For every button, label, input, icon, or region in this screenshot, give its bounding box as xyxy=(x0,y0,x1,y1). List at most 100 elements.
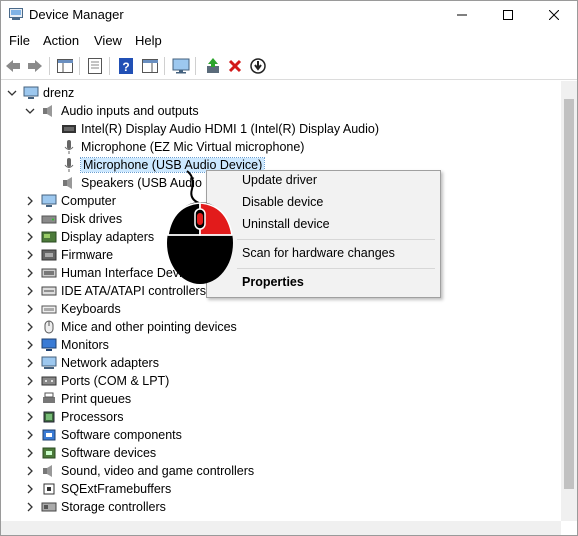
category-sqextframebuffers[interactable]: SQExtFramebuffers xyxy=(41,480,171,498)
category-disk-drives[interactable]: Disk drives xyxy=(41,210,122,228)
category-label: Storage controllers xyxy=(61,500,166,514)
category-label: Print queues xyxy=(61,392,132,406)
category-display-adapters[interactable]: Display adapters xyxy=(41,228,154,246)
expand-ide-ata-atapi-controllers-toggle[interactable] xyxy=(25,286,35,296)
expand-processors-toggle[interactable] xyxy=(25,412,35,422)
category-software-components[interactable]: Software components xyxy=(41,426,182,444)
category-audio-inputs-outputs[interactable]: Audio inputs and outputs xyxy=(41,102,199,120)
show-hide-console-tree-button[interactable] xyxy=(55,56,75,76)
close-icon xyxy=(549,10,559,20)
category-label: SQExtFramebuffers xyxy=(61,482,172,496)
menu-file[interactable]: File xyxy=(9,33,30,48)
category-label: Ports (COM & LPT) xyxy=(61,374,170,388)
uninstall-device-button[interactable] xyxy=(225,56,245,76)
category-keyboards[interactable]: Keyboards xyxy=(41,300,121,318)
expand-display-adapters-toggle[interactable] xyxy=(25,232,35,242)
chevron-right-icon xyxy=(27,484,33,494)
category-mice-and-pointing-devices[interactable]: Mice and other pointing devices xyxy=(41,318,237,336)
menu-scan-hardware[interactable]: Scan for hardware changes xyxy=(242,246,395,260)
help-button[interactable]: ? xyxy=(116,56,136,76)
software-component-icon xyxy=(41,428,57,442)
device-intel-display-audio[interactable]: Intel(R) Display Audio HDMI 1 (Intel(R) … xyxy=(61,120,379,138)
chevron-down-icon xyxy=(7,90,17,96)
category-monitors[interactable]: Monitors xyxy=(41,336,109,354)
hid-icon xyxy=(41,266,57,280)
menu-uninstall-device[interactable]: Uninstall device xyxy=(242,217,330,231)
expand-firmware-toggle[interactable] xyxy=(25,250,35,260)
category-sound-video-game-controllers[interactable]: Sound, video and game controllers xyxy=(41,462,254,480)
action-pane-button[interactable] xyxy=(140,56,160,76)
tree-root[interactable]: drenz xyxy=(23,84,74,102)
menu-action[interactable]: Action xyxy=(43,33,79,48)
menu-update-driver[interactable]: Update driver xyxy=(242,173,317,187)
chevron-right-icon xyxy=(27,196,33,206)
download-icon xyxy=(250,58,266,74)
minimize-button[interactable] xyxy=(439,1,485,29)
vertical-scrollbar[interactable] xyxy=(561,81,577,521)
chevron-right-icon xyxy=(27,430,33,440)
speaker-icon xyxy=(41,104,57,118)
enable-device-button[interactable] xyxy=(248,56,268,76)
expand-keyboards-toggle[interactable] xyxy=(25,304,35,314)
category-processors[interactable]: Processors xyxy=(41,408,124,426)
action-pane-icon xyxy=(142,59,158,73)
expand-sqextframebuffers-toggle[interactable] xyxy=(25,484,35,494)
properties-button[interactable] xyxy=(85,56,105,76)
chevron-right-icon xyxy=(27,286,33,296)
firmware-icon xyxy=(41,248,57,262)
expand-computer-toggle[interactable] xyxy=(25,196,35,206)
category-ports-com-lpt[interactable]: Ports (COM & LPT) xyxy=(41,372,169,390)
svg-text:?: ? xyxy=(122,60,129,74)
category-label: Mice and other pointing devices xyxy=(61,320,237,334)
category-software-devices[interactable]: Software devices xyxy=(41,444,156,462)
maximize-button[interactable] xyxy=(485,1,531,29)
toolbar-separator xyxy=(49,57,50,75)
collapse-audio-toggle[interactable] xyxy=(25,106,35,116)
back-button[interactable] xyxy=(3,56,23,76)
display-audio-icon xyxy=(61,122,77,136)
expand-sound-video-game-controllers-toggle[interactable] xyxy=(25,466,35,476)
expand-disk-drives-toggle[interactable] xyxy=(25,214,35,224)
toolbar-separator xyxy=(164,57,165,75)
category-network-adapters[interactable]: Network adapters xyxy=(41,354,159,372)
expand-print-queues-toggle[interactable] xyxy=(25,394,35,404)
category-print-queues[interactable]: Print queues xyxy=(41,390,131,408)
menu-help[interactable]: Help xyxy=(135,33,162,48)
chevron-right-icon xyxy=(27,268,33,278)
menu-properties[interactable]: Properties xyxy=(242,275,304,289)
expand-storage-controllers-toggle[interactable] xyxy=(25,502,35,512)
microphone-icon xyxy=(61,158,77,172)
expand-ports-com-lpt-toggle[interactable] xyxy=(25,376,35,386)
device-microphone-ez-mic[interactable]: Microphone (EZ Mic Virtual microphone) xyxy=(61,138,304,156)
expand-network-adapters-toggle[interactable] xyxy=(25,358,35,368)
horizontal-scrollbar[interactable] xyxy=(1,521,561,535)
expand-software-devices-toggle[interactable] xyxy=(25,448,35,458)
update-driver-button[interactable] xyxy=(203,56,223,76)
menu-disable-device[interactable]: Disable device xyxy=(242,195,323,209)
expand-monitors-toggle[interactable] xyxy=(25,340,35,350)
toolbar-separator xyxy=(109,57,110,75)
expand-software-components-toggle[interactable] xyxy=(25,430,35,440)
expand-human-interface-devices-toggle[interactable] xyxy=(25,268,35,278)
device-label: Intel(R) Display Audio HDMI 1 (Intel(R) … xyxy=(81,122,380,136)
expand-mice-and-pointing-devices-toggle[interactable] xyxy=(25,322,35,332)
category-label: Sound, video and game controllers xyxy=(61,464,255,478)
device-manager-window: Device Manager File Action View Help ? d… xyxy=(0,0,578,536)
chevron-right-icon xyxy=(27,466,33,476)
scan-hardware-button[interactable] xyxy=(171,56,191,76)
collapse-root-toggle[interactable] xyxy=(7,88,17,98)
chevron-right-icon xyxy=(27,250,33,260)
chevron-right-icon xyxy=(27,358,33,368)
forward-button[interactable] xyxy=(25,56,45,76)
category-label: Disk drives xyxy=(61,212,123,226)
category-firmware[interactable]: Firmware xyxy=(41,246,113,264)
scrollbar-thumb[interactable] xyxy=(564,99,574,489)
close-button[interactable] xyxy=(531,1,577,29)
category-computer[interactable]: Computer xyxy=(41,192,116,210)
device-label: Microphone (EZ Mic Virtual microphone) xyxy=(81,140,305,154)
toolbar-separator xyxy=(79,57,80,75)
software-device-icon xyxy=(41,446,57,460)
category-storage-controllers[interactable]: Storage controllers xyxy=(41,498,166,516)
chevron-right-icon xyxy=(27,214,33,224)
menu-view[interactable]: View xyxy=(94,33,122,48)
